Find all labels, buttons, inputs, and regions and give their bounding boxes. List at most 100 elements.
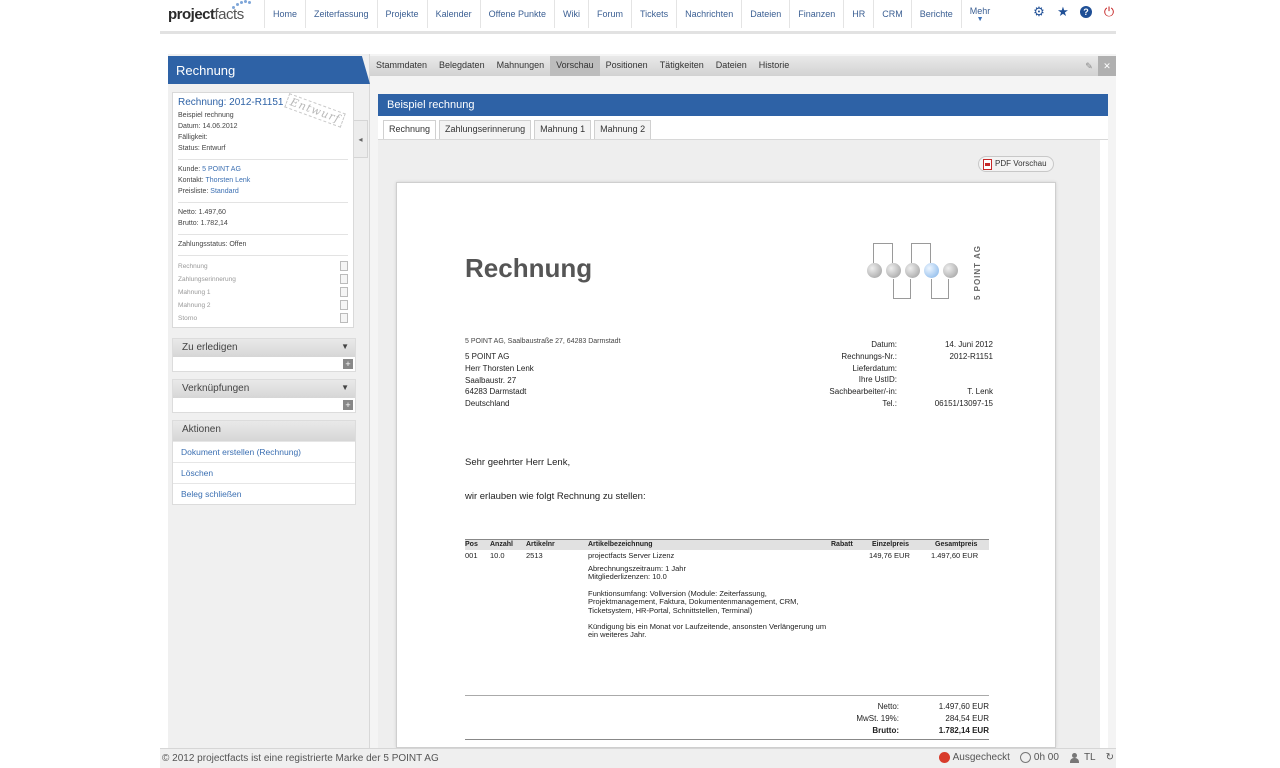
nav-item-tickets[interactable]: Tickets	[631, 0, 676, 28]
nav-item-projekte[interactable]: Projekte	[376, 0, 427, 28]
action-link[interactable]: Beleg schließen	[173, 483, 355, 504]
nav-item-kalender[interactable]: Kalender	[426, 0, 480, 28]
action-link[interactable]: Löschen	[173, 462, 355, 483]
star-icon[interactable]: ★	[1056, 4, 1070, 19]
column-header: Gesamtpreis	[935, 541, 978, 548]
document-label: Storno	[178, 315, 198, 322]
customer-link[interactable]: 5 POINT AG	[202, 166, 241, 173]
invoice-page: Rechnung 5 POINT AG 5 POINT AG, Saalbaus…	[396, 182, 1056, 748]
todo-box: Zu erledigen ▼ +	[172, 338, 356, 372]
column-header: Anzahl	[490, 541, 513, 548]
document-subtabs: Rechnung Zahlungserinnerung Mahnung 1 Mahnu…	[378, 116, 1108, 140]
cell-bezeichnung: projectfacts Server Lizenz	[588, 551, 675, 560]
user-icon	[1069, 752, 1081, 763]
meta-row: Sachbearbeiter/-in: T. Lenk	[793, 386, 993, 398]
tab-dateien[interactable]: Dateien	[710, 56, 753, 76]
tab-positionen[interactable]: Positionen	[600, 56, 654, 76]
copyright-text: © 2012 projectfacts ist eine registriert…	[162, 753, 439, 764]
checkout-status[interactable]: Ausgecheckt	[938, 752, 1010, 763]
nav-item-dateien[interactable]: Dateien	[741, 0, 789, 28]
links-box: Verknüpfungen ▼ +	[172, 379, 356, 413]
meta-row: Lieferdatum:	[793, 363, 993, 375]
subtab-mahnung-2[interactable]: Mahnung 2	[594, 120, 652, 139]
subtab-mahnung-1[interactable]: Mahnung 1	[534, 120, 592, 139]
record-info-box: Rechnung: 2012-R1151 Entwurf Beispiel re…	[172, 92, 354, 328]
subtab-rechnung[interactable]: Rechnung	[383, 120, 437, 139]
tab-stammdaten[interactable]: Stammdaten	[370, 56, 433, 76]
table-header: Pos Anzahl Artikelnr Artikelbezeichnung Raba…	[465, 539, 989, 550]
invoice-table: Pos Anzahl Artikelnr Artikelbezeichnung Raba…	[465, 539, 989, 562]
nav-item-more[interactable]: Mehr ▼	[960, 0, 999, 28]
pricelist-label: Preisliste:	[178, 188, 209, 195]
add-link-button[interactable]: +	[343, 400, 353, 410]
address-line: 5 POINT AG	[465, 352, 510, 361]
document-list-item[interactable]: Storno	[178, 312, 348, 325]
help-icon[interactable]: ?	[1080, 6, 1092, 18]
logo-dots-icon	[230, 0, 254, 10]
meta-row: Datum: 14. Juni 2012	[793, 339, 993, 351]
nav-more-label: Mehr	[969, 5, 991, 16]
action-link[interactable]: Dokument erstellen (Rechnung)	[173, 441, 355, 462]
total-label: Netto:	[877, 702, 899, 711]
pdf-preview-button[interactable]: PDF Vorschau	[978, 156, 1054, 172]
meta-label: Datum:	[871, 340, 897, 349]
nav-item-crm[interactable]: CRM	[873, 0, 911, 28]
contact-link[interactable]: Thorsten Lenk	[206, 177, 251, 184]
tab-mahnungen[interactable]: Mahnungen	[491, 56, 551, 76]
todo-header[interactable]: Zu erledigen ▼	[173, 339, 355, 357]
document-list: Rechnung Zahlungserinnerung Mahnung 1 Mahnu…	[178, 260, 348, 325]
power-icon[interactable]: ⏻	[1102, 4, 1116, 19]
nav-item-hr[interactable]: HR	[843, 0, 873, 28]
nav-item-wiki[interactable]: Wiki	[553, 0, 588, 28]
document-label: Mahnung 2	[178, 302, 211, 309]
user-menu[interactable]: TL	[1069, 752, 1096, 763]
item-description: Abrechnungszeitraum: 1 Jahr Mitgliederliz…	[588, 564, 828, 648]
time-tracker[interactable]: 0h 00	[1019, 752, 1059, 763]
collapse-panel-button[interactable]: ◂	[354, 120, 368, 158]
invoice-title: Rechnung	[465, 253, 593, 283]
status-bar: © 2012 projectfacts ist eine registriert…	[160, 748, 1116, 768]
nav-item-forum[interactable]: Forum	[587, 0, 631, 28]
meta-row: Tel.: 06151/13097-15	[793, 398, 993, 410]
close-icon[interactable]: ✕	[1098, 56, 1116, 76]
status-dot-icon	[938, 752, 950, 763]
column-header: Einzelpreis	[872, 541, 909, 548]
pricelist-link[interactable]: Standard	[210, 188, 238, 195]
nav-item-finanzen[interactable]: Finanzen	[789, 0, 843, 28]
nav-item-offene-punkte[interactable]: Offene Punkte	[479, 0, 554, 28]
document-list-item[interactable]: Zahlungserinnerung	[178, 273, 348, 286]
top-navigation: projectfacts Home Zeiterfassung Projekte Ka…	[160, 0, 1116, 34]
document-icon	[340, 300, 348, 310]
nav-item-home[interactable]: Home	[264, 0, 305, 28]
chevron-down-icon: ▼	[341, 383, 349, 392]
column-header: Rabatt	[831, 541, 853, 548]
nav-menu: Home Zeiterfassung Projekte Kalender Offene …	[264, 0, 998, 28]
net-amount: Netto: 1.497,60	[178, 209, 226, 216]
gear-icon[interactable]: ⚙	[1032, 4, 1046, 19]
address-line: Deutschland	[465, 399, 510, 409]
meta-label: Tel.:	[882, 398, 897, 408]
nav-item-zeiterfassung[interactable]: Zeiterfassung	[305, 0, 377, 28]
description-paragraph: Funktionsumfang: Vollversion (Module: Ze…	[588, 588, 799, 615]
refresh-icon[interactable]: ↻	[1106, 752, 1114, 763]
document-list-item[interactable]: Mahnung 1	[178, 286, 348, 299]
tab-belegdaten[interactable]: Belegdaten	[433, 56, 491, 76]
nav-item-nachrichten[interactable]: Nachrichten	[676, 0, 741, 28]
divider	[178, 159, 348, 160]
divider	[178, 234, 348, 235]
subtab-zahlungserinnerung[interactable]: Zahlungserinnerung	[439, 120, 532, 139]
document-label: Zahlungserinnerung	[178, 276, 236, 283]
nav-item-berichte[interactable]: Berichte	[910, 0, 961, 28]
document-list-item[interactable]: Rechnung	[178, 260, 348, 273]
tab-tätigkeiten[interactable]: Tätigkeiten	[654, 56, 710, 76]
tab-historie[interactable]: Historie	[753, 56, 796, 76]
pin-icon[interactable]: ✎	[1080, 56, 1098, 76]
intro-text: wir erlauben wie folgt Rechnung zu stell…	[465, 491, 646, 502]
total-value: 1.497,60 EUR	[938, 702, 989, 711]
tab-vorschau[interactable]: Vorschau	[550, 56, 600, 76]
cell-einzelpreis: 149,76 EUR	[869, 551, 910, 560]
document-list-item[interactable]: Mahnung 2	[178, 299, 348, 312]
meta-value	[897, 363, 993, 375]
links-header[interactable]: Verknüpfungen ▼	[173, 380, 355, 398]
add-todo-button[interactable]: +	[343, 359, 353, 369]
